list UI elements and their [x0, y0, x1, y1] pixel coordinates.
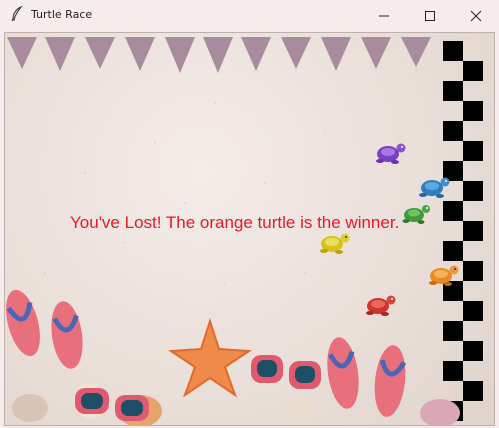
minimize-button[interactable]	[361, 0, 407, 31]
minimize-icon	[379, 15, 389, 16]
bunting-flags	[7, 37, 431, 73]
feather-icon	[11, 6, 23, 22]
maximize-icon	[425, 10, 435, 21]
app-window: Turtle Race You've Lost! The orange turt…	[0, 0, 499, 428]
maximize-button[interactable]	[407, 0, 453, 31]
flip-flops-left	[6, 289, 83, 369]
close-icon	[470, 10, 482, 21]
beach-decorations	[6, 289, 460, 425]
close-button[interactable]	[453, 0, 499, 31]
yellow-turtle	[320, 233, 350, 254]
title-bar[interactable]: Turtle Race	[0, 0, 499, 31]
flip-flops-right	[327, 337, 407, 417]
window-title: Turtle Race	[31, 8, 93, 21]
purple-turtle	[376, 143, 406, 164]
race-canvas: You've Lost! The orange turtle is the wi…	[4, 32, 495, 426]
result-message: You've Lost! The orange turtle is the wi…	[70, 213, 400, 232]
sunglasses-right	[251, 355, 321, 389]
blue-turtle	[419, 177, 450, 198]
starfish	[167, 317, 253, 398]
